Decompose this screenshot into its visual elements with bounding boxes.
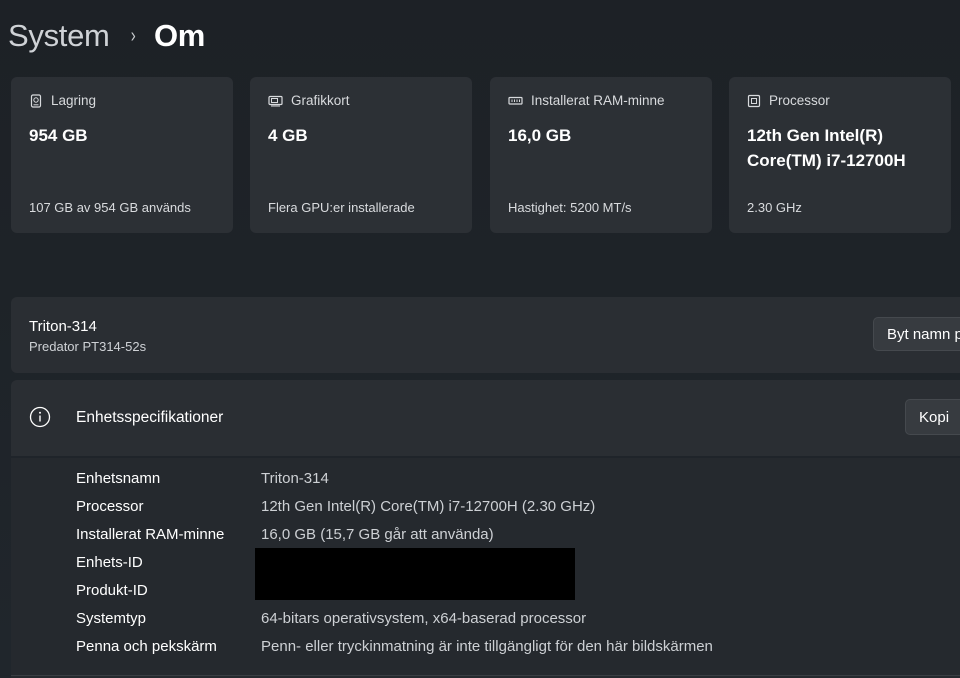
processor-tile[interactable]: Processor 12th Gen Intel(R) Core(TM) i7-…	[729, 77, 951, 233]
spec-label: Enhetsnamn	[76, 470, 161, 487]
spec-value[interactable]: Penn- eller tryckinmatning är inte tillg…	[261, 636, 713, 658]
ram-tile-header: Installerat RAM-minne	[508, 93, 665, 108]
page-title: Om	[153, 18, 206, 53]
graphics-card-icon	[268, 95, 283, 106]
redaction-box	[255, 548, 575, 600]
processor-tile-value: 12th Gen Intel(R) Core(TM) i7-12700H	[747, 126, 906, 170]
spec-label: Enhets-ID	[76, 554, 143, 571]
graphics-card-tile-subtext: Flera GPU:er installerade	[268, 200, 415, 215]
rename-pc-button[interactable]: Byt namn p	[873, 317, 960, 351]
device-specifications-header[interactable]: Enhetsspecifikationer Kopi	[11, 380, 960, 456]
spec-value[interactable]: 64-bitars operativsystem, x64-baserad pr…	[261, 608, 586, 630]
processor-tile-header: Processor	[747, 93, 830, 108]
breadcrumb-chevron-icon: ›	[130, 24, 136, 47]
storage-icon	[30, 93, 42, 108]
ram-tile-subtext: Hastighet: 5200 MT/s	[508, 200, 632, 215]
info-icon	[29, 406, 51, 428]
processor-tile-subtext: 2.30 GHz	[747, 200, 802, 215]
spec-label: Systemtyp	[76, 610, 147, 627]
storage-tile[interactable]: Lagring 954 GB 107 GB av 954 GB används	[11, 77, 233, 233]
breadcrumb: System › Om	[8, 14, 205, 58]
graphics-card-tile-label: Grafikkort	[291, 93, 350, 108]
storage-tile-subtext: 107 GB av 954 GB används	[29, 200, 191, 215]
spec-value[interactable]: 12th Gen Intel(R) Core(TM) i7-12700H (2.…	[261, 496, 595, 518]
device-specifications-title: Enhetsspecifikationer	[76, 409, 224, 426]
ram-tile[interactable]: Installerat RAM-minne 16,0 GB Hastighet:…	[490, 77, 712, 233]
storage-tile-header: Lagring	[29, 93, 96, 108]
storage-tile-value: 954 GB	[29, 126, 88, 145]
spec-label: Penna och pekskärm	[76, 638, 217, 655]
graphics-card-tile-header: Grafikkort	[268, 93, 350, 108]
spec-value[interactable]: 16,0 GB (15,7 GB går att använda)	[261, 524, 494, 546]
device-name: Triton-314	[29, 318, 97, 335]
graphics-card-tile-value: 4 GB	[268, 126, 308, 145]
graphics-card-tile[interactable]: Grafikkort 4 GB Flera GPU:er installerad…	[250, 77, 472, 233]
storage-tile-label: Lagring	[51, 93, 97, 108]
device-name-card: Triton-314 Predator PT314-52s Byt namn p	[11, 297, 960, 373]
copy-button[interactable]: Kopi	[905, 399, 960, 435]
breadcrumb-system-link[interactable]: System	[8, 18, 110, 54]
device-specifications-list: Enhetsnamn Triton-314 Processor 12th Gen…	[11, 458, 960, 678]
ram-tile-label: Installerat RAM-minne	[531, 93, 665, 108]
spec-label: Produkt-ID	[76, 582, 148, 599]
processor-icon	[747, 94, 761, 107]
processor-tile-label: Processor	[769, 93, 830, 108]
ram-tile-value: 16,0 GB	[508, 126, 572, 145]
divider	[11, 675, 960, 676]
device-model: Predator PT314-52s	[29, 339, 147, 354]
spec-value[interactable]: Triton-314	[261, 468, 329, 490]
spec-label: Installerat RAM-minne	[76, 526, 225, 543]
ram-icon	[508, 96, 523, 105]
spec-label: Processor	[76, 498, 144, 515]
